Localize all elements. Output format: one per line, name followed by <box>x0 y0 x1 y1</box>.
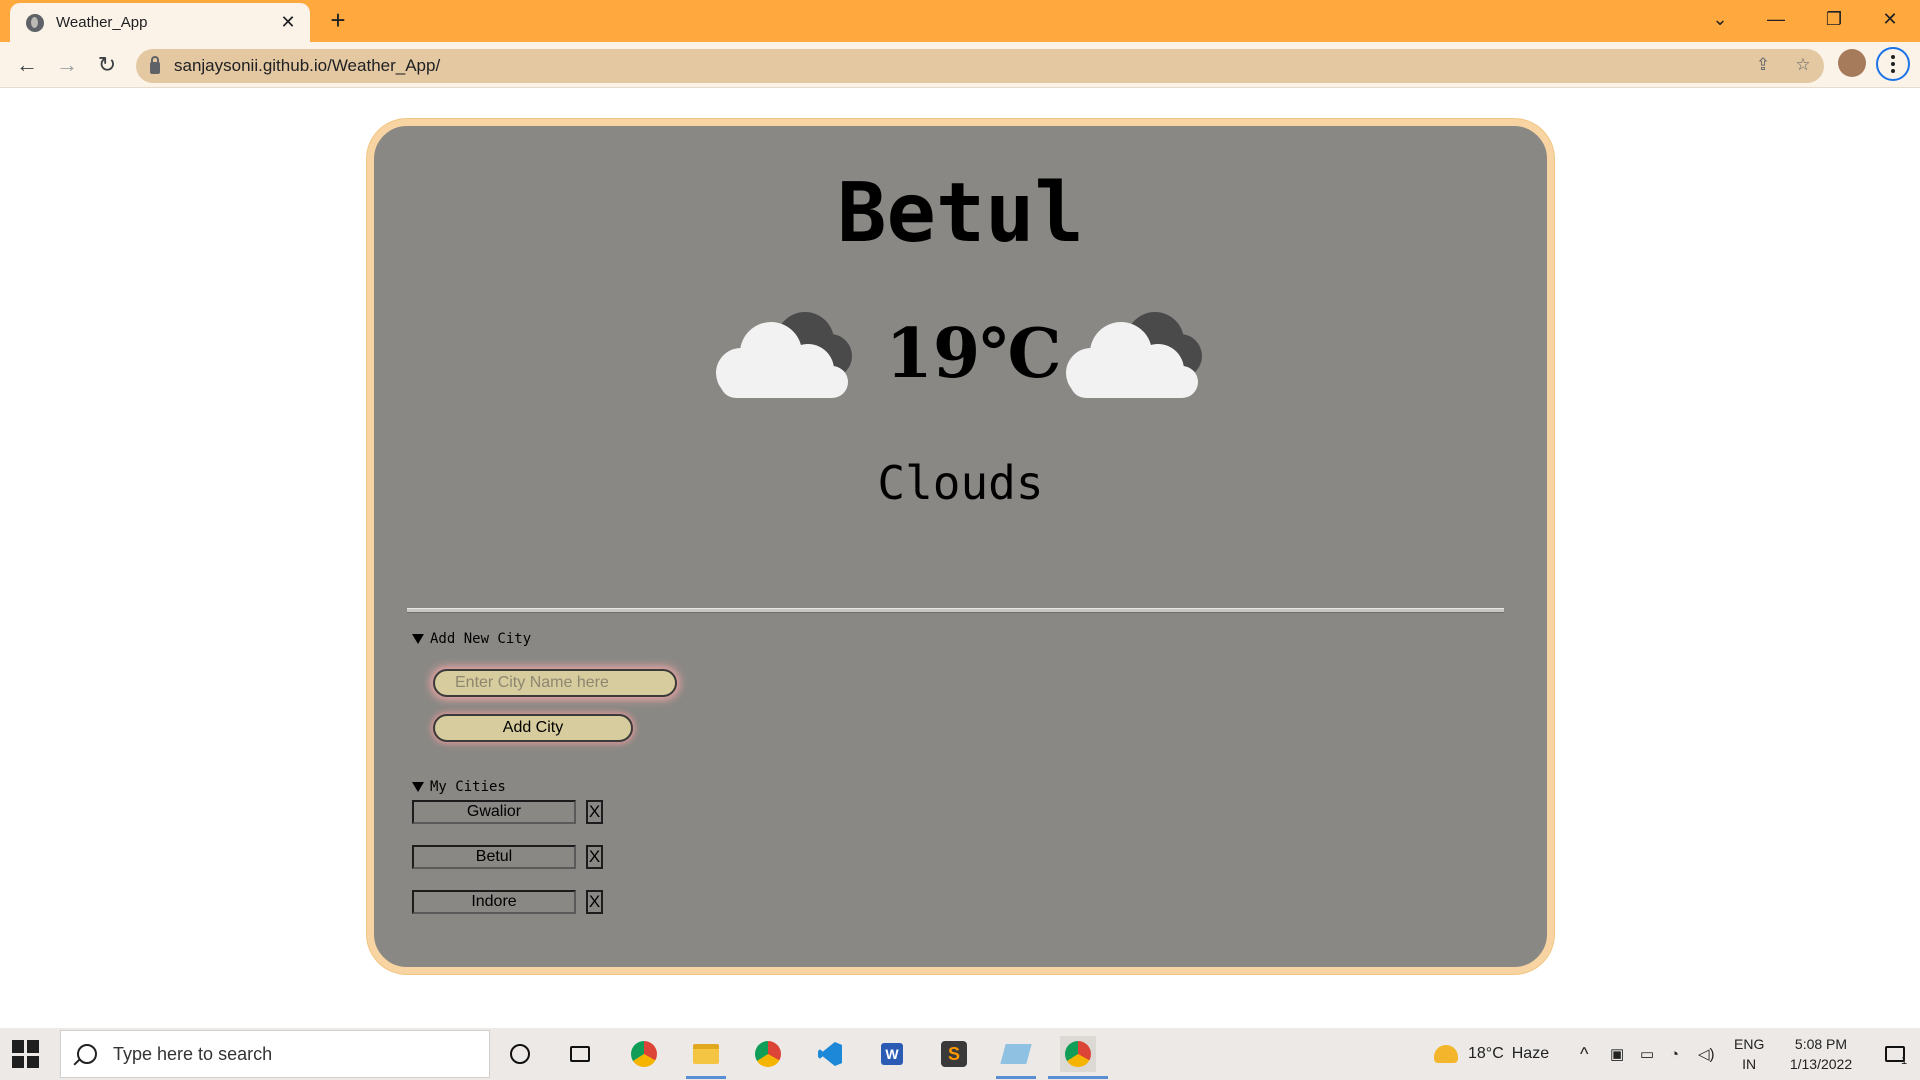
city-name-input[interactable]: Enter City Name here <box>433 669 677 697</box>
browser-menu-icon[interactable] <box>1876 47 1910 81</box>
notification-center-icon[interactable]: 1 <box>1878 1028 1914 1080</box>
new-tab-button[interactable]: + <box>324 7 352 35</box>
volume-icon[interactable]: ◁) <box>1698 1028 1715 1080</box>
clouds-icon <box>1065 304 1206 404</box>
chrome-icon[interactable] <box>750 1036 786 1072</box>
my-cities-label: My Cities <box>430 779 506 795</box>
weather-condition: Clouds <box>877 456 1044 510</box>
chevron-up-icon[interactable]: ^ <box>1580 1028 1588 1080</box>
triangle-down-icon <box>412 782 424 792</box>
clock[interactable]: 5:08 PM 1/13/2022 <box>1776 1028 1866 1080</box>
city-select-button[interactable]: Gwalior <box>412 800 576 824</box>
task-view-icon[interactable] <box>562 1036 598 1072</box>
reload-button[interactable]: ↻ <box>90 48 124 82</box>
search-icon <box>77 1044 97 1064</box>
wifi-icon[interactable]: ◔ <box>1670 1028 1679 1080</box>
notes-app-icon[interactable] <box>998 1036 1034 1072</box>
city-select-button[interactable]: Betul <box>412 845 576 869</box>
language-code: ENG <box>1734 1036 1765 1052</box>
lock-icon[interactable] <box>150 56 160 74</box>
notification-count: 1 <box>1900 1055 1908 1067</box>
restore-button[interactable]: ❐ <box>1806 0 1862 38</box>
tab-close-icon[interactable]: ✕ <box>278 12 298 33</box>
haze-sun-icon <box>1434 1045 1458 1063</box>
city-select-button[interactable]: Indore <box>412 890 576 914</box>
sublime-text-icon[interactable]: S <box>936 1036 972 1072</box>
tab-search-dropdown-icon[interactable]: ⌄ <box>1692 0 1748 38</box>
chrome-icon[interactable] <box>1060 1036 1096 1072</box>
bookmark-star-icon[interactable]: ☆ <box>1792 55 1814 77</box>
taskbar-search-placeholder: Type here to search <box>113 1043 273 1064</box>
delete-city-button[interactable]: X <box>586 890 603 914</box>
meet-now-icon[interactable]: ▣ <box>1610 1028 1624 1080</box>
clock-date: 1/13/2022 <box>1789 1056 1853 1072</box>
temperature: 19℃ <box>885 314 1062 394</box>
globe-icon <box>26 13 44 32</box>
city-list-item: Indore X <box>412 890 603 914</box>
battery-icon[interactable]: ▭ <box>1640 1028 1654 1080</box>
vscode-icon[interactable] <box>812 1036 848 1072</box>
taskbar-weather-text: Haze <box>1511 1045 1550 1062</box>
add-new-city-label: Add New City <box>430 631 532 647</box>
my-cities-summary[interactable]: My Cities <box>412 779 506 795</box>
add-city-button[interactable]: Add City <box>433 714 633 742</box>
triangle-down-icon <box>412 634 424 644</box>
tab-title: Weather_App <box>56 14 148 31</box>
delete-city-button[interactable]: X <box>586 800 603 824</box>
forward-button[interactable]: → <box>50 48 84 82</box>
share-icon[interactable]: ⇪ <box>1752 55 1774 77</box>
windows-start-icon[interactable] <box>12 1040 40 1068</box>
clouds-icon <box>715 304 856 404</box>
clock-time: 5:08 PM <box>1794 1036 1848 1052</box>
close-window-button[interactable]: ✕ <box>1862 0 1918 38</box>
browser-tab[interactable]: Weather_App ✕ <box>10 3 310 42</box>
divider <box>407 608 1504 613</box>
file-explorer-icon[interactable] <box>688 1036 724 1072</box>
taskbar-weather-temp: 18°C <box>1468 1045 1504 1062</box>
city-name: Betul <box>837 166 1084 261</box>
word-icon[interactable]: W <box>874 1036 910 1072</box>
add-new-city-summary[interactable]: Add New City <box>412 631 531 647</box>
weather-card: Betul 19℃ Clouds Add New City Enter City… <box>367 119 1554 974</box>
language-indicator[interactable]: ENG IN <box>1734 1028 1764 1080</box>
region-code: IN <box>1742 1056 1757 1072</box>
taskbar-weather-widget[interactable]: 18°C Haze <box>1434 1028 1549 1080</box>
active-app-indicator <box>996 1076 1036 1079</box>
address-bar[interactable]: sanjaysonii.github.io/Weather_App/ ⇪ ☆ <box>136 49 1824 83</box>
back-button[interactable]: ← <box>10 48 44 82</box>
city-list-item: Betul X <box>412 845 603 869</box>
chrome-icon[interactable] <box>626 1036 662 1072</box>
weather-summary-row: 19℃ <box>374 304 1547 404</box>
city-list-item: Gwalior X <box>412 800 603 824</box>
taskbar: Type here to search W S 18°C Haze ^ ▣ ▭ … <box>0 1028 1920 1080</box>
taskbar-search-box[interactable]: Type here to search <box>60 1030 490 1078</box>
minimize-button[interactable]: — <box>1748 0 1804 38</box>
active-app-indicator <box>1048 1076 1108 1079</box>
address-url[interactable]: sanjaysonii.github.io/Weather_App/ <box>174 56 440 76</box>
active-app-indicator <box>686 1076 726 1079</box>
browser-tab-bar: Weather_App ✕ + ⌄ — ❐ ✕ <box>0 0 1920 42</box>
cortana-icon[interactable] <box>502 1036 538 1072</box>
browser-toolbar: ← → ↻ sanjaysonii.github.io/Weather_App/… <box>0 42 1920 88</box>
delete-city-button[interactable]: X <box>586 845 603 869</box>
profile-avatar[interactable] <box>1838 49 1866 77</box>
